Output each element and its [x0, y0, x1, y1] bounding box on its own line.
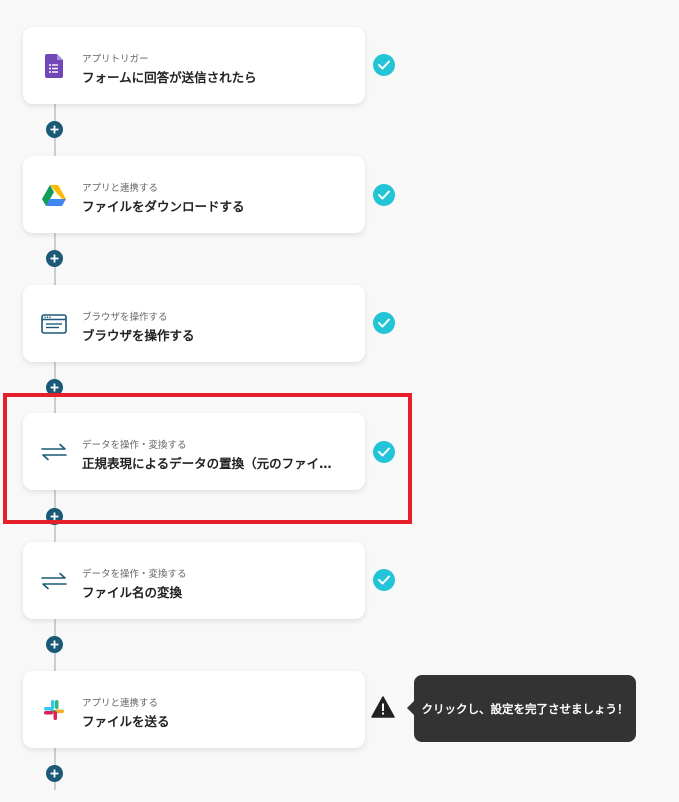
slack-icon — [41, 697, 67, 723]
google-forms-icon — [41, 53, 67, 79]
step-subtitle: アプリと連携する — [82, 698, 159, 709]
step-subtitle: データを操作・変換する — [82, 569, 187, 580]
step-card-send-file[interactable]: アプリと連携する ファイルを送る — [23, 671, 365, 748]
step-card-file-rename[interactable]: データを操作・変換する ファイル名の変換 — [23, 542, 365, 619]
add-step-button[interactable] — [46, 636, 63, 653]
tooltip: クリックし、設定を完了させましょう！ — [407, 675, 636, 742]
step-title: ファイル名の変換 — [82, 585, 183, 600]
check-icon — [373, 184, 395, 206]
step-card-browser-operation[interactable]: ブラウザを操作する ブラウザを操作する — [23, 285, 365, 362]
check-icon — [373, 569, 395, 591]
step-card-form-trigger[interactable]: アプリトリガー フォームに回答が送信されたら — [23, 27, 365, 104]
convert-arrows-icon — [41, 568, 67, 594]
tooltip-text: クリックし、設定を完了させましょう！ — [421, 701, 629, 716]
step-title: ファイルを送る — [82, 714, 170, 729]
step-card-download-file[interactable]: アプリと連携する ファイルをダウンロードする — [23, 156, 365, 233]
check-icon — [373, 54, 395, 76]
step-subtitle: アプリトリガー — [82, 54, 149, 65]
check-icon — [373, 312, 395, 334]
step-title: フォームに回答が送信されたら — [82, 70, 257, 85]
highlight-box — [3, 393, 412, 524]
step-title: ブラウザを操作する — [82, 328, 195, 343]
step-subtitle: ブラウザを操作する — [82, 312, 168, 323]
add-step-button[interactable] — [46, 765, 63, 782]
step-title: ファイルをダウンロードする — [82, 199, 245, 214]
warning-icon — [371, 696, 395, 718]
google-drive-icon — [41, 182, 67, 208]
add-step-button[interactable] — [46, 121, 63, 138]
add-step-button[interactable] — [46, 250, 63, 267]
browser-icon — [41, 311, 67, 337]
step-subtitle: アプリと連携する — [82, 183, 159, 194]
